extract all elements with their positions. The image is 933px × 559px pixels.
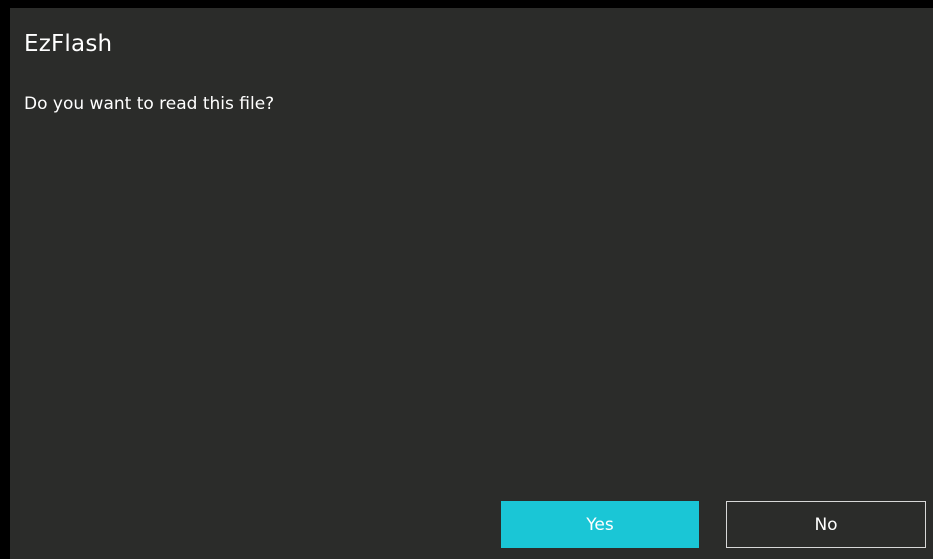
no-button[interactable]: No: [726, 501, 926, 548]
no-button-label: No: [814, 514, 838, 535]
dialog-title: EzFlash: [24, 31, 113, 57]
yes-button-label: Yes: [586, 514, 614, 535]
ezflash-dialog: EzFlash Do you want to read this file? Y…: [10, 8, 933, 559]
dialog-message: Do you want to read this file?: [24, 94, 275, 114]
yes-button[interactable]: Yes: [501, 501, 699, 548]
